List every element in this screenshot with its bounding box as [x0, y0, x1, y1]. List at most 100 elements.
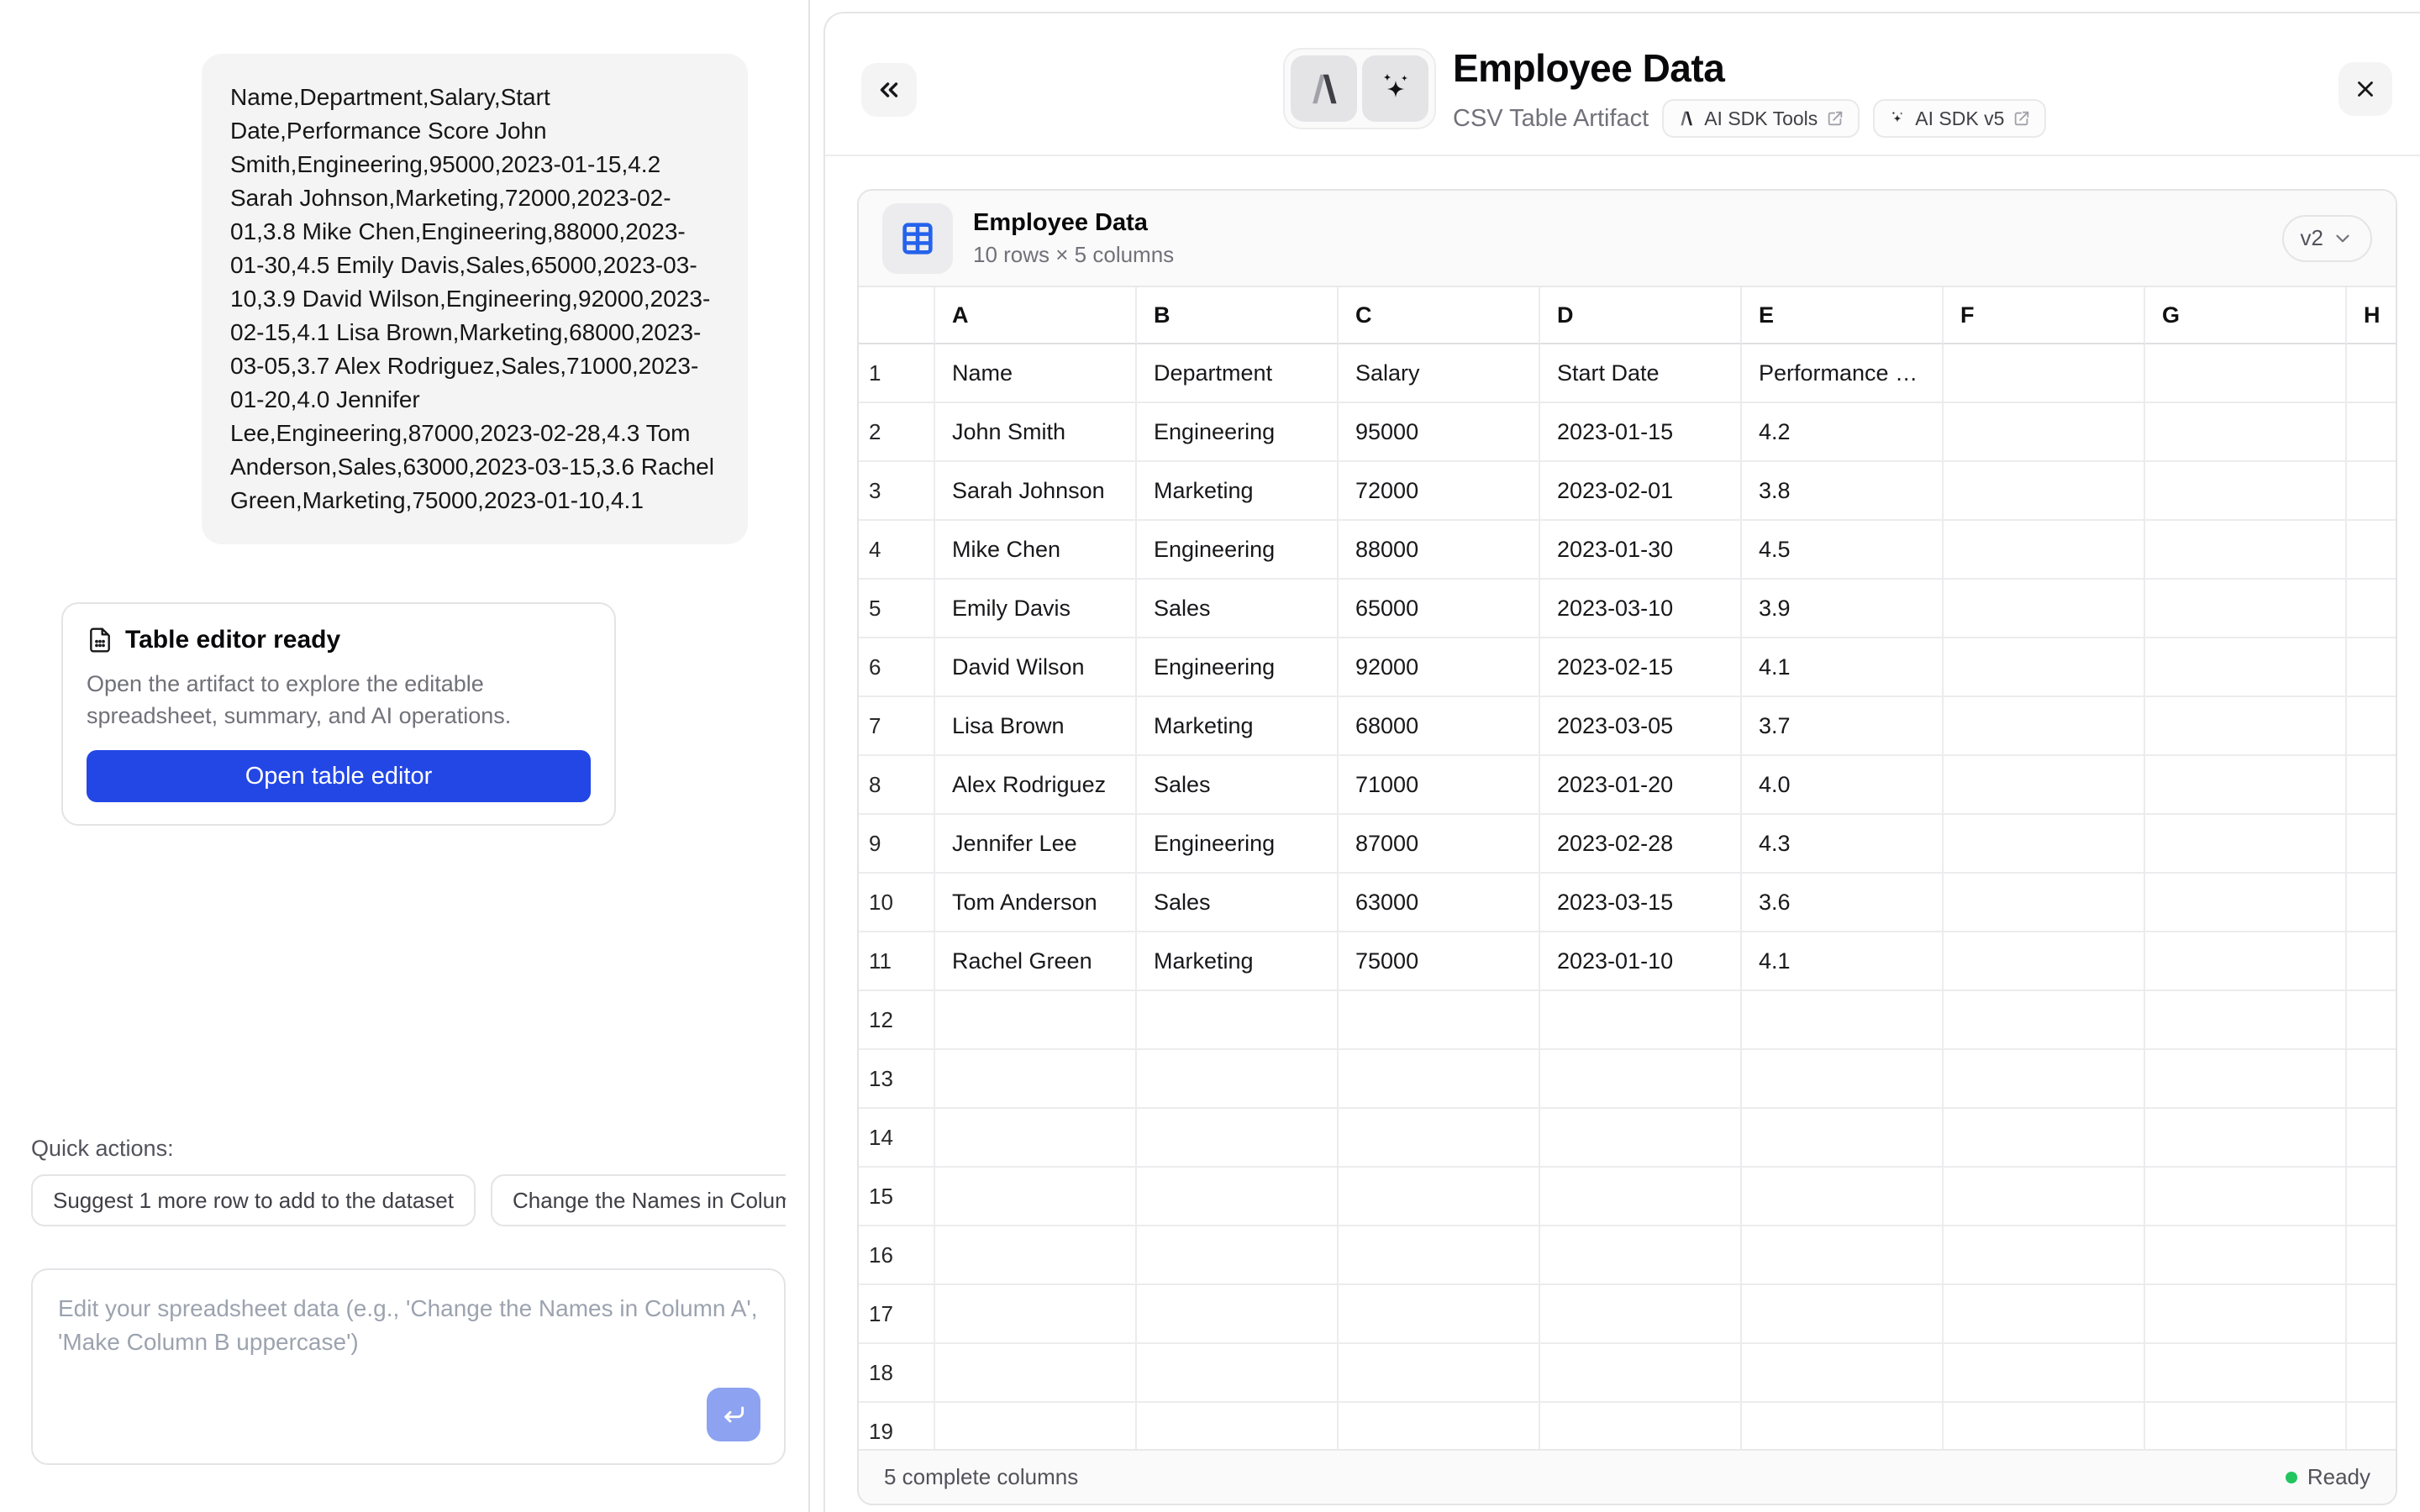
row-number[interactable]: 1 [859, 344, 935, 403]
grid-cell[interactable]: 75000 [1339, 932, 1540, 991]
grid-cell[interactable] [2347, 1226, 2396, 1285]
grid-cell[interactable] [1137, 1109, 1339, 1168]
grid-cell[interactable]: 68000 [1339, 697, 1540, 756]
grid-cell[interactable] [2347, 462, 2396, 521]
row-number[interactable]: 13 [859, 1050, 935, 1109]
grid-cell[interactable] [1944, 403, 2145, 462]
row-number[interactable]: 7 [859, 697, 935, 756]
grid-cell[interactable] [2145, 697, 2347, 756]
grid-cell[interactable] [2145, 462, 2347, 521]
grid-cell[interactable]: Sales [1137, 580, 1339, 638]
grid-cell[interactable] [2347, 1285, 2396, 1344]
grid-cell[interactable] [1339, 1285, 1540, 1344]
grid-cell[interactable]: Marketing [1137, 697, 1339, 756]
grid-cell[interactable] [2145, 344, 2347, 403]
grid-cell[interactable]: 88000 [1339, 521, 1540, 580]
grid-cell[interactable] [1944, 874, 2145, 932]
grid-cell[interactable] [935, 1050, 1137, 1109]
grid-cell[interactable]: 2023-02-28 [1540, 815, 1742, 874]
badge-ai-sdk-v5[interactable]: AI SDK v5 [1873, 99, 2046, 138]
grid-cell[interactable] [1742, 1285, 1944, 1344]
grid-cell[interactable] [1742, 1226, 1944, 1285]
grid-cell[interactable] [1339, 1050, 1540, 1109]
grid-cell[interactable]: 2023-03-15 [1540, 874, 1742, 932]
column-header[interactable]: C [1339, 287, 1540, 344]
grid-cell[interactable] [2347, 874, 2396, 932]
grid-cell[interactable] [1339, 1344, 1540, 1403]
grid-cell[interactable]: Engineering [1137, 403, 1339, 462]
row-number[interactable]: 9 [859, 815, 935, 874]
grid-cell[interactable] [1137, 1050, 1339, 1109]
grid-cell[interactable]: 2023-01-10 [1540, 932, 1742, 991]
send-button[interactable] [707, 1388, 760, 1441]
grid-cell[interactable]: Jennifer Lee [935, 815, 1137, 874]
row-number[interactable]: 8 [859, 756, 935, 815]
grid-cell[interactable]: 2023-03-05 [1540, 697, 1742, 756]
grid-cell[interactable] [1339, 1226, 1540, 1285]
grid-cell[interactable] [1944, 1344, 2145, 1403]
grid-cell[interactable]: 71000 [1339, 756, 1540, 815]
grid-cell[interactable]: Emily Davis [935, 580, 1137, 638]
grid-cell[interactable]: 2023-01-20 [1540, 756, 1742, 815]
grid-cell[interactable] [1339, 991, 1540, 1050]
row-number[interactable]: 10 [859, 874, 935, 932]
grid-cell[interactable] [2347, 1403, 2396, 1449]
grid-cell[interactable] [1137, 1403, 1339, 1449]
grid-cell[interactable]: Rachel Green [935, 932, 1137, 991]
grid-cell[interactable] [935, 1168, 1137, 1226]
grid-cell[interactable]: 4.0 [1742, 756, 1944, 815]
row-number[interactable]: 17 [859, 1285, 935, 1344]
grid-cell[interactable] [2145, 638, 2347, 697]
grid-cell[interactable] [2145, 1285, 2347, 1344]
grid-cell[interactable] [2347, 991, 2396, 1050]
row-number[interactable]: 12 [859, 991, 935, 1050]
grid-cell[interactable] [1540, 1226, 1742, 1285]
quick-action-chip-change-names[interactable]: Change the Names in Column A [491, 1174, 786, 1226]
grid-cell[interactable] [1742, 1168, 1944, 1226]
open-table-editor-button[interactable]: Open table editor [87, 750, 591, 802]
grid-cell[interactable] [1540, 1344, 1742, 1403]
grid-cell[interactable] [1137, 991, 1339, 1050]
column-header[interactable]: G [2145, 287, 2347, 344]
grid-cell[interactable]: Engineering [1137, 815, 1339, 874]
grid-cell[interactable] [2347, 521, 2396, 580]
grid-cell[interactable]: 4.2 [1742, 403, 1944, 462]
grid-cell[interactable] [2145, 521, 2347, 580]
grid-cell[interactable] [1339, 1403, 1540, 1449]
grid-cell[interactable]: 4.3 [1742, 815, 1944, 874]
row-number[interactable]: 14 [859, 1109, 935, 1168]
grid-cell[interactable]: 87000 [1339, 815, 1540, 874]
grid-cell[interactable]: Alex Rodriguez [935, 756, 1137, 815]
grid-cell[interactable] [1944, 1109, 2145, 1168]
corner-cell[interactable] [859, 287, 935, 344]
grid-cell[interactable] [2347, 1109, 2396, 1168]
grid-cell[interactable] [1540, 1168, 1742, 1226]
collapse-panel-button[interactable] [861, 63, 917, 117]
grid-cell[interactable] [1944, 932, 2145, 991]
grid-cell[interactable] [2347, 756, 2396, 815]
row-number[interactable]: 19 [859, 1403, 935, 1449]
grid-cell[interactable]: 63000 [1339, 874, 1540, 932]
grid-cell[interactable]: 4.1 [1742, 638, 1944, 697]
grid-cell[interactable] [1137, 1226, 1339, 1285]
grid-cell[interactable] [1540, 1050, 1742, 1109]
grid-cell[interactable] [1944, 521, 2145, 580]
column-header[interactable]: D [1540, 287, 1742, 344]
grid-cell[interactable] [1339, 1168, 1540, 1226]
column-header[interactable]: F [1944, 287, 2145, 344]
grid-cell[interactable] [2145, 756, 2347, 815]
row-number[interactable]: 3 [859, 462, 935, 521]
grid-cell[interactable]: 3.8 [1742, 462, 1944, 521]
grid-cell[interactable] [2145, 1226, 2347, 1285]
grid-cell[interactable] [1339, 1109, 1540, 1168]
grid-cell[interactable] [2145, 991, 2347, 1050]
grid-cell[interactable] [1540, 991, 1742, 1050]
row-number[interactable]: 11 [859, 932, 935, 991]
grid-cell[interactable] [2145, 1050, 2347, 1109]
grid-cell[interactable]: John Smith [935, 403, 1137, 462]
grid-cell[interactable] [935, 1226, 1137, 1285]
grid-cell[interactable]: Engineering [1137, 521, 1339, 580]
grid-cell[interactable] [1944, 756, 2145, 815]
row-number[interactable]: 15 [859, 1168, 935, 1226]
grid-cell[interactable]: 3.7 [1742, 697, 1944, 756]
